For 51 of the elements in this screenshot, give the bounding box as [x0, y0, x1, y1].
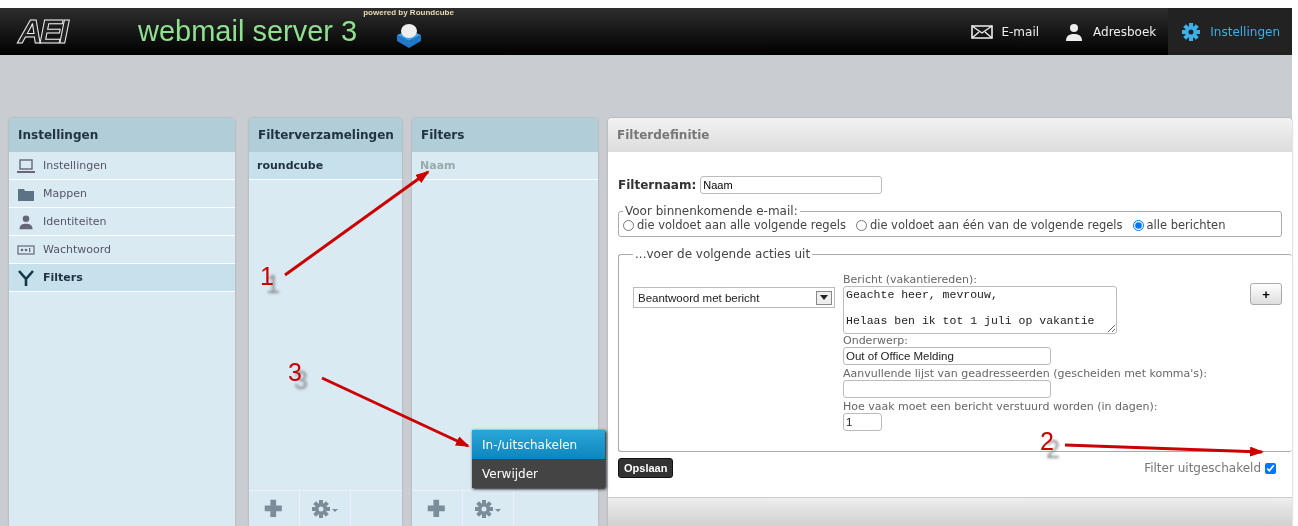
field-label: Hoe vaak moet een bericht verstuurd worden (in dagen): [843, 400, 1159, 413]
panel-header: Instellingen [9, 118, 235, 152]
radio-button[interactable] [1132, 219, 1144, 231]
input-field[interactable] [843, 380, 1051, 398]
nav-tab[interactable]: Adresboek [1051, 8, 1169, 55]
annotation-number: 1 [260, 262, 274, 291]
field-label: Filternaam: [618, 178, 697, 192]
caret-icon [820, 295, 828, 300]
checkbox-label: Filter uitgeschakeld [1144, 461, 1261, 475]
nav-tab[interactable]: E-mail [959, 8, 1052, 55]
field-label: Bericht (vakantiereden): [843, 273, 979, 286]
menu-item[interactable]: Verwijder [472, 459, 605, 488]
fieldset-legend: Voor binnenkomende e-mail: [623, 204, 800, 218]
dropdown[interactable]: Beantwoord met bericht [633, 287, 835, 308]
gear-icon [473, 498, 503, 519]
panel-header: Filterdefinitie [608, 118, 1292, 152]
envelope-icon [971, 22, 994, 41]
logo: AEI [18, 12, 69, 51]
gear-icon [310, 498, 340, 519]
fieldset-legend: ...voer de volgende acties uit [633, 247, 813, 261]
powered-by-text: powered by Roundcube [363, 8, 454, 17]
nav-tab[interactable]: Instellingen [1168, 8, 1292, 55]
filter-icon [17, 269, 35, 286]
cube-icon [394, 21, 423, 49]
radio-button[interactable] [855, 219, 867, 231]
laptop-icon [17, 157, 35, 174]
list-item[interactable]: Mappen [9, 180, 235, 208]
list-item[interactable]: Identiteiten [9, 208, 235, 236]
gear-icon [1180, 22, 1203, 41]
field-label: Aanvullende lijst van geadresseerden (gescheiden met komma's): [843, 367, 1208, 380]
input-field[interactable]: 1 [843, 413, 882, 431]
person-icon [17, 213, 35, 230]
app-title: webmail server 3 [138, 15, 358, 48]
list-item[interactable]: roundcube [249, 152, 402, 180]
checkbox[interactable] [1265, 462, 1276, 474]
save-button[interactable]: Opslaan [618, 458, 674, 478]
radio-label: alle berichten [1146, 218, 1226, 232]
panel-header: Filterverzamelingen [249, 118, 402, 152]
annotation-number: 3 [288, 358, 302, 387]
add-button[interactable]: + [1250, 283, 1282, 305]
radio-label: die voldoet aan één van de volgende regels [869, 218, 1123, 232]
field-label: Onderwerp: [843, 334, 909, 347]
radio-button[interactable] [623, 219, 634, 231]
list-item[interactable]: Instellingen [9, 152, 235, 180]
message-field[interactable]: Geachte heer, mevrouw, Helaas ben ik tot 1 juli op vakantie [843, 286, 1117, 334]
input-field[interactable]: Naam [700, 176, 883, 194]
panel-header: Filters [412, 118, 598, 152]
annotation-number: 2 [1040, 427, 1054, 456]
input-field[interactable]: Out of Office Melding [843, 347, 1051, 365]
list-item[interactable]: Filters [9, 264, 235, 292]
radio-label: die voldoet aan alle volgende regels [637, 218, 846, 232]
